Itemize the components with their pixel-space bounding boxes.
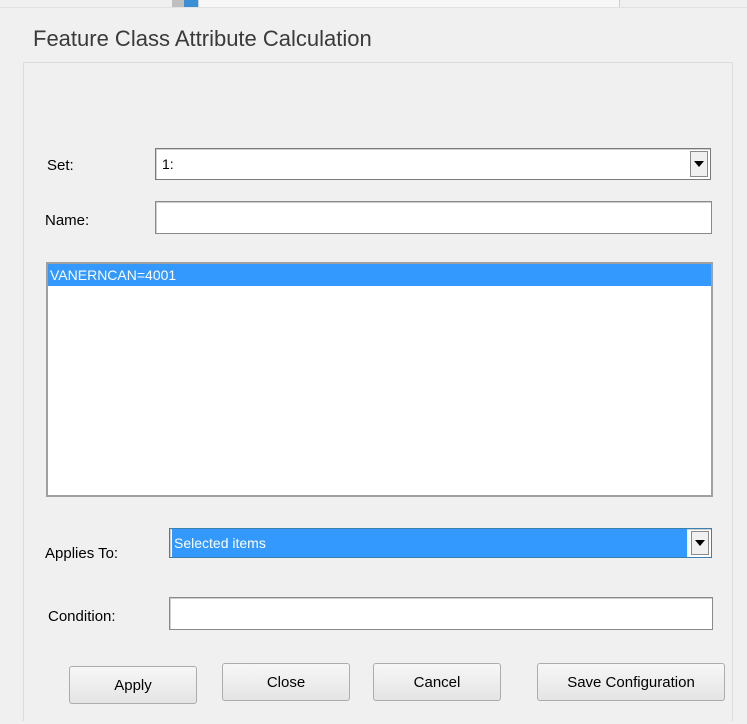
set-dropdown-value: 1: xyxy=(162,156,174,172)
close-button[interactable]: Close xyxy=(222,663,350,701)
dialog-title: Feature Class Attribute Calculation xyxy=(33,26,372,51)
applies-to-label: Applies To: xyxy=(45,545,119,562)
list-item[interactable]: VANERNCAN=4001 xyxy=(48,264,711,286)
tab-fragment xyxy=(172,0,184,7)
tab-fragment xyxy=(198,0,620,7)
name-field[interactable] xyxy=(155,201,712,234)
condition-label: Condition: xyxy=(48,608,116,625)
save-configuration-button[interactable]: Save Configuration xyxy=(537,663,725,701)
name-label: Name: xyxy=(45,212,90,229)
applies-to-dropdown[interactable]: Selected items xyxy=(169,528,712,558)
condition-field[interactable] xyxy=(169,597,713,630)
applies-to-dropdown-button[interactable] xyxy=(691,531,709,555)
set-dropdown[interactable]: 1: xyxy=(155,148,711,180)
chevron-down-icon xyxy=(695,540,705,546)
chevron-down-icon xyxy=(694,161,704,167)
set-label: Set: xyxy=(47,157,74,174)
set-dropdown-button[interactable] xyxy=(690,151,708,177)
top-tab-strip xyxy=(0,0,747,8)
apply-button[interactable]: Apply xyxy=(69,666,197,704)
applies-to-dropdown-value: Selected items xyxy=(172,529,687,557)
expression-list[interactable]: VANERNCAN=4001 xyxy=(46,262,713,497)
cancel-button[interactable]: Cancel xyxy=(373,663,501,701)
tab-fragment-active xyxy=(184,0,198,7)
